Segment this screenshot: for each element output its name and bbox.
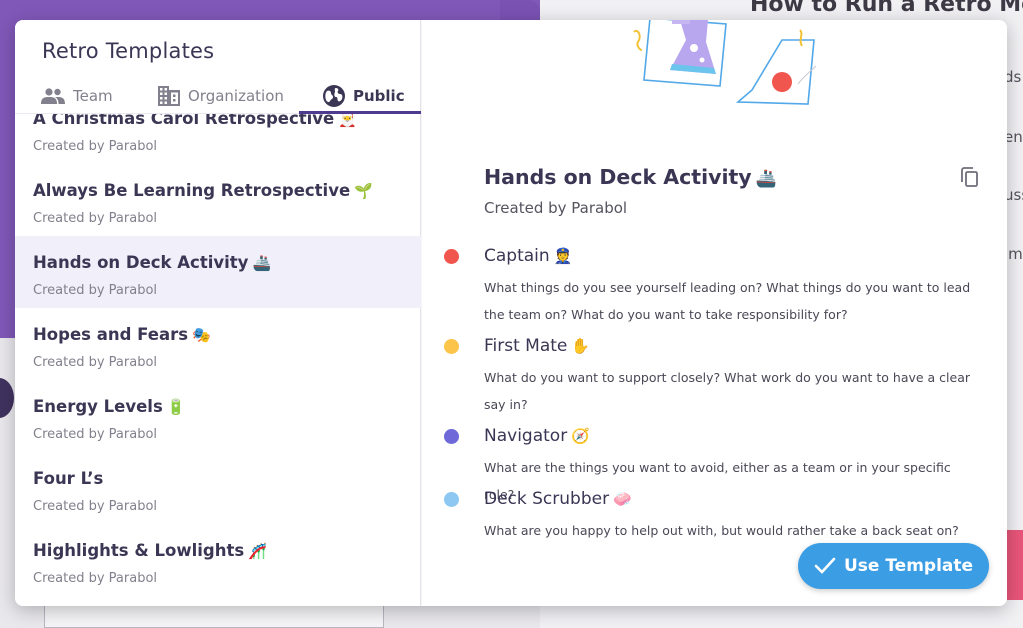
template-creator: Created by Parabol	[33, 139, 158, 154]
background-heading: How to Run a Retro Me	[750, 0, 1023, 17]
template-name: Hopes and Fears 🎭	[33, 325, 211, 344]
raised-hand-emoji-icon: ✋	[571, 337, 591, 355]
template-name-text: Highlights & Lowlights	[33, 541, 245, 560]
tab-public[interactable]: Public	[323, 78, 405, 114]
team-icon	[41, 88, 65, 104]
lab-illustration-icon	[633, 20, 817, 105]
tab-team-label: Team	[73, 87, 113, 105]
template-name: Highlights & Lowlights 🎢	[33, 541, 267, 560]
template-name: A Christmas Carol Retrospective 🎅	[33, 114, 357, 128]
roller-coaster-emoji-icon: 🎢	[248, 542, 267, 560]
template-name-text: Always Be Learning Retrospective	[33, 181, 351, 200]
template-creator: Created by Parabol	[33, 499, 158, 514]
template-name: Always Be Learning Retrospective 🌱	[33, 181, 373, 200]
template-creator: Created by Parabol	[33, 355, 158, 370]
scope-tabs: Team Organization Public	[15, 78, 421, 114]
santa-emoji-icon: 🎅	[338, 114, 357, 128]
prompt-title-text: Captain	[484, 246, 550, 266]
template-item-christmas-carol[interactable]: A Christmas Carol Retrospective 🎅 Created…	[15, 114, 421, 164]
template-item-highlights-lowlights[interactable]: Highlights & Lowlights 🎢 Created by Parab…	[15, 524, 421, 596]
check-icon	[814, 557, 836, 574]
ship-emoji-icon: 🚢	[252, 254, 272, 272]
use-template-label: Use Template	[843, 556, 974, 576]
prompt-title: First Mate ✋	[484, 336, 590, 356]
template-name-text: A Christmas Carol Retrospective	[33, 114, 335, 128]
retro-templates-modal: Retro Templates Team Organization Public…	[15, 20, 1007, 606]
template-list: A Christmas Carol Retrospective 🎅 Created…	[15, 114, 421, 606]
prompt-title-text: Deck Scrubber	[484, 489, 610, 509]
tab-public-label: Public	[353, 87, 405, 105]
template-name-text: Four L’s	[33, 469, 104, 488]
prompt-title: Navigator 🧭	[484, 426, 590, 446]
template-name: Four L’s	[33, 469, 103, 488]
template-creator: Created by Parabol	[33, 211, 158, 226]
police-officer-emoji-icon: 👮	[553, 247, 573, 265]
template-item-energy-levels[interactable]: Energy Levels 🔋 Created by Parabol	[15, 380, 421, 452]
prompt-title-text: First Mate	[484, 336, 568, 356]
template-item-hands-on-deck[interactable]: Hands on Deck Activity 🚢 Created by Parab…	[15, 236, 421, 308]
organization-icon	[158, 86, 180, 106]
copy-icon[interactable]	[961, 167, 979, 187]
tab-organization-label: Organization	[188, 87, 284, 105]
template-item-four-ls[interactable]: Four L’s Created by Parabol	[15, 452, 421, 524]
template-detail-title-text: Hands on Deck Activity	[484, 165, 752, 189]
battery-emoji-icon: 🔋	[166, 398, 186, 416]
prompt-color-dot	[444, 492, 459, 507]
template-detail-title: Hands on Deck Activity 🚢	[484, 165, 777, 189]
template-list-panel: Retro Templates Team Organization Public…	[15, 20, 421, 606]
use-template-button[interactable]: Use Template	[798, 543, 989, 589]
template-name-text: Hopes and Fears	[33, 325, 189, 344]
template-name-text: Hands on Deck Activity	[33, 253, 249, 272]
template-name: Hands on Deck Activity 🚢	[33, 253, 271, 272]
template-creator: Created by Parabol	[33, 283, 158, 298]
prompt-title: Captain 👮	[484, 246, 572, 266]
template-detail-panel: Hands on Deck Activity 🚢 Created by Parab…	[422, 20, 1007, 606]
template-name: Energy Levels 🔋	[33, 397, 185, 416]
prompt-title: Deck Scrubber 🧼	[484, 489, 632, 509]
tab-team[interactable]: Team	[41, 78, 113, 114]
prompt-description: What things do you see yourself leading …	[484, 280, 971, 322]
template-name-text: Energy Levels	[33, 397, 163, 416]
prompt-description: What do you want to support closely? Wha…	[484, 370, 971, 412]
prompt-color-dot	[444, 249, 459, 264]
tab-organization[interactable]: Organization	[158, 78, 284, 114]
prompt-color-dot	[444, 339, 459, 354]
template-creator: Created by Parabol	[33, 427, 158, 442]
template-item-hopes-and-fears[interactable]: Hopes and Fears 🎭 Created by Parabol	[15, 308, 421, 380]
masks-emoji-icon: 🎭	[192, 326, 211, 344]
template-creator: Created by Parabol	[33, 571, 158, 586]
ship-emoji-icon: 🚢	[755, 169, 777, 189]
globe-icon	[323, 85, 345, 107]
modal-title: Retro Templates	[42, 39, 215, 63]
compass-emoji-icon: 🧭	[571, 427, 590, 445]
soap-emoji-icon: 🧼	[613, 490, 632, 508]
seedling-emoji-icon: 🌱	[354, 182, 373, 200]
template-detail-creator: Created by Parabol	[484, 199, 628, 217]
template-item-always-be-learning[interactable]: Always Be Learning Retrospective 🌱 Create…	[15, 164, 421, 236]
prompt-color-dot	[444, 429, 459, 444]
prompt-description: What are you happy to help out with, but…	[484, 523, 959, 538]
prompt-title-text: Navigator	[484, 426, 568, 446]
